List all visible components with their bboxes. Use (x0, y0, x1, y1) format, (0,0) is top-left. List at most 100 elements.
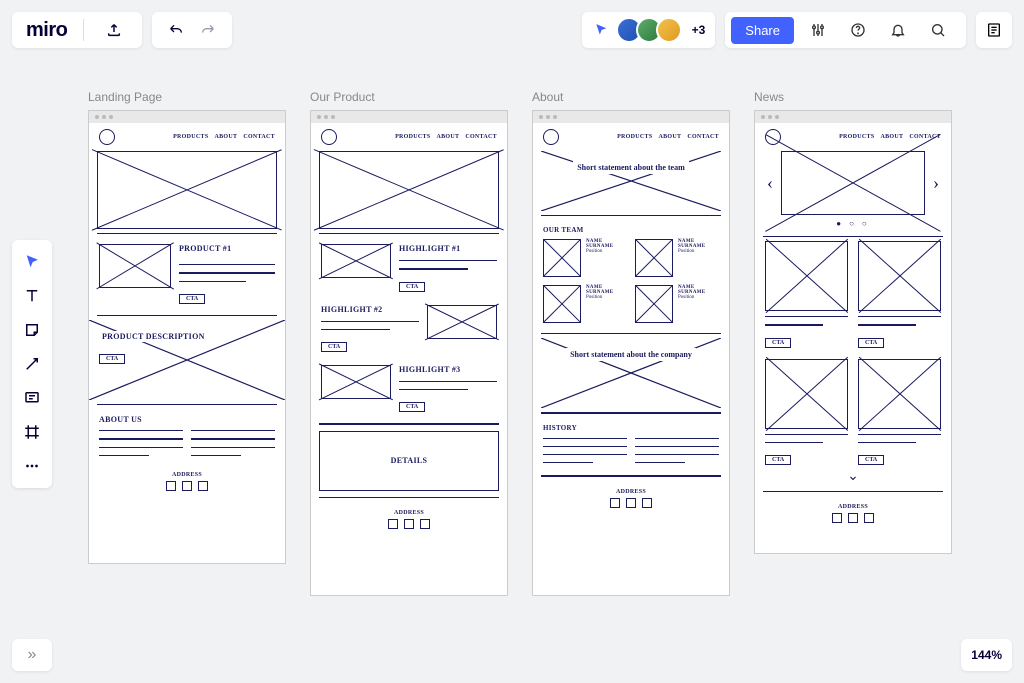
browser-chrome (755, 111, 951, 123)
wf-nav-item: Contact (465, 134, 497, 140)
share-button[interactable]: Share (731, 17, 794, 44)
wf-cta: CTA (179, 294, 205, 304)
wf-section-title: Our Team (543, 226, 719, 234)
undo-icon[interactable] (162, 16, 190, 44)
zoom-level[interactable]: 144% (961, 639, 1012, 671)
wf-cta: CTA (399, 282, 425, 292)
wf-cta: CTA (858, 455, 884, 465)
wf-highlight: Highlight #1 (399, 244, 497, 253)
wf-cta: CTA (399, 402, 425, 412)
wf-product-title: Product #1 (179, 244, 275, 253)
wireframe-our-product[interactable]: Products About Contact Highlight #1 CTA … (310, 110, 508, 596)
frame-title[interactable]: About (532, 90, 730, 104)
wf-member-position: Position (678, 295, 705, 300)
frame-tool[interactable] (16, 416, 48, 448)
browser-chrome (89, 111, 285, 123)
wireframe-landing-page[interactable]: Products About Contact Product #1 CTA (88, 110, 286, 564)
wf-nav-item: Products (173, 134, 208, 140)
wf-member-position: Position (678, 249, 705, 254)
carousel-pager: ● ○ ○ (755, 215, 951, 232)
wf-image (99, 244, 171, 288)
wf-nav-item: About (214, 134, 237, 140)
wf-nav-item: Contact (687, 134, 719, 140)
frame-title[interactable]: Landing Page (88, 90, 286, 104)
wf-footer: Address (311, 502, 507, 537)
wf-details-box: Details (319, 431, 499, 491)
wf-highlight: Highlight #2 (321, 305, 419, 314)
frame-title[interactable]: Our Product (310, 90, 508, 104)
wf-hero-image (97, 151, 277, 229)
wf-address: Address (755, 504, 951, 510)
comment-tool[interactable] (16, 382, 48, 414)
frame-title[interactable]: News (754, 90, 952, 104)
browser-chrome (533, 111, 729, 123)
wf-logo-placeholder (543, 129, 559, 145)
carousel-next-icon: › (933, 173, 939, 194)
wf-member-position: Position (586, 249, 613, 254)
wf-image (321, 365, 391, 399)
wf-image (543, 239, 581, 277)
select-tool[interactable] (16, 246, 48, 278)
wf-nav-item: Products (395, 134, 430, 140)
wf-address: Address (89, 472, 285, 478)
browser-chrome (311, 111, 507, 123)
sticky-note-tool[interactable] (16, 314, 48, 346)
search-icon[interactable] (924, 16, 952, 44)
avatar[interactable] (656, 17, 682, 43)
wf-team-statement: Short statement about the team (573, 161, 689, 174)
wf-nav-item: Products (839, 134, 874, 140)
expand-panel-button[interactable]: » (12, 639, 52, 671)
wf-image (858, 241, 941, 311)
wireframe-about[interactable]: Products About Contact Short statement a… (532, 110, 730, 596)
more-tools[interactable] (16, 450, 48, 482)
help-icon[interactable] (844, 16, 872, 44)
carousel-prev-icon: ‹ (767, 173, 773, 194)
logo-section: miro (12, 12, 142, 48)
settings-icon[interactable] (804, 16, 832, 44)
canvas[interactable]: Landing Page Products About Contact Prod… (88, 90, 952, 596)
export-icon[interactable] (100, 16, 128, 44)
wf-nav: Products About Contact (617, 134, 719, 140)
miro-logo[interactable]: miro (26, 19, 67, 42)
wf-member-position: Position (586, 295, 613, 300)
wf-highlight: Highlight #3 (399, 365, 497, 374)
wf-cta: CTA (858, 338, 884, 348)
wf-logo-placeholder (99, 129, 115, 145)
notifications-icon[interactable] (884, 16, 912, 44)
wireframe-news[interactable]: Products About Contact ‹ › ● ○ ○ CTA (754, 110, 952, 554)
wf-footer: Address (89, 464, 285, 499)
wf-section-title: History (543, 424, 719, 432)
wf-nav: Products About Contact (395, 134, 497, 140)
divider (83, 19, 84, 41)
wf-address: Address (311, 510, 507, 516)
wf-image (321, 244, 391, 278)
wf-cta: CTA (321, 342, 347, 352)
wf-company-statement: Short statement about the company (566, 348, 696, 361)
wf-nav-item: Contact (243, 134, 275, 140)
wf-section-title: Product Description (99, 331, 208, 342)
chevron-down-icon: ⌄ (755, 466, 951, 487)
cursor-indicator-icon[interactable] (592, 21, 610, 39)
redo-icon[interactable] (194, 16, 222, 44)
wf-details-label: Details (391, 456, 428, 465)
wf-address: Address (533, 489, 729, 495)
wf-cta: CTA (99, 354, 125, 364)
wf-logo-placeholder (321, 129, 337, 145)
undo-redo-section (152, 12, 232, 48)
wf-nav-item: Products (617, 134, 652, 140)
wf-image (635, 285, 673, 323)
wf-section-title: About Us (99, 415, 275, 424)
wf-nav-item: About (436, 134, 459, 140)
line-tool[interactable] (16, 348, 48, 380)
share-section: Share (725, 12, 966, 48)
wf-nav: Products About Contact (839, 134, 941, 140)
wf-nav-item: About (658, 134, 681, 140)
wf-footer: Address (755, 496, 951, 531)
avatar-stack[interactable] (616, 17, 682, 43)
text-tool[interactable] (16, 280, 48, 312)
wf-footer: Address (533, 481, 729, 516)
wf-nav: Products About Contact (173, 134, 275, 140)
notes-icon[interactable] (976, 12, 1012, 48)
avatar-count[interactable]: +3 (692, 23, 706, 37)
wf-nav-item: About (880, 134, 903, 140)
